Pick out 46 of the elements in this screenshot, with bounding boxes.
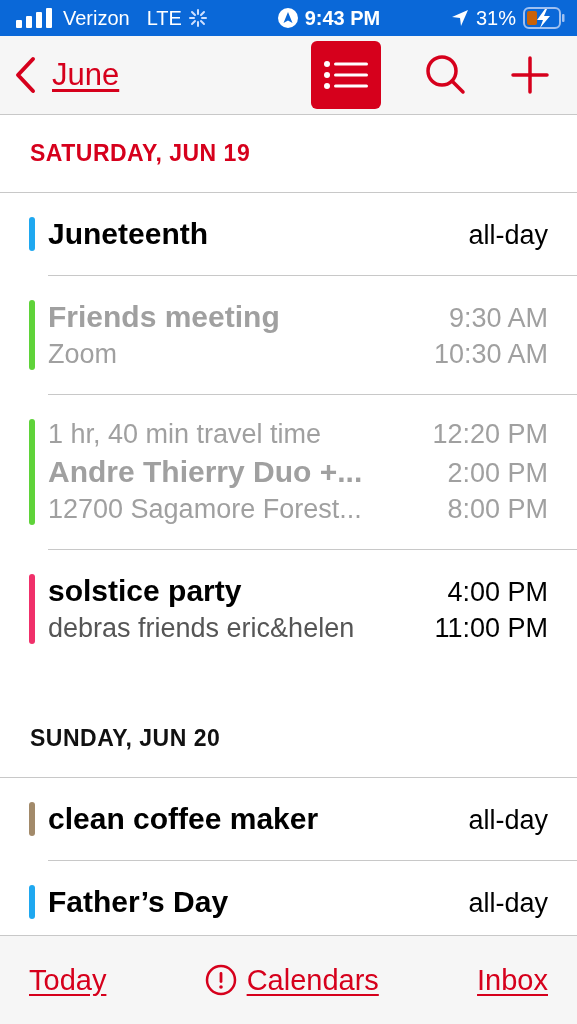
list-icon	[323, 60, 369, 90]
event-time: 4:00 PM	[447, 577, 548, 608]
event-row[interactable]: Father’s Day all-day	[48, 861, 577, 935]
back-chevron-icon	[14, 56, 36, 94]
event-row[interactable]: Juneteenth all-day	[48, 193, 577, 276]
event-row[interactable]: Friends meeting 9:30 AM Zoom 10:30 AM	[48, 276, 577, 395]
event-time: all-day	[468, 805, 548, 836]
event-location: debras friends eric&helen	[48, 613, 355, 644]
event-location: Zoom	[48, 339, 118, 370]
inbox-link[interactable]: Inbox	[477, 963, 548, 997]
event-row[interactable]: solstice party 4:00 PM debras friends eric&helen 11:00 PM	[48, 550, 577, 668]
alert-icon	[204, 964, 237, 996]
event-time: 10:30 AM	[433, 339, 548, 370]
carrier-name: Verizon	[63, 6, 130, 30]
event-title: Juneteenth	[48, 217, 209, 251]
battery-percent: 31%	[475, 6, 516, 30]
event-title: solstice party	[48, 574, 242, 608]
network-type: LTE	[146, 6, 182, 30]
event-time: 2:00 PM	[447, 458, 548, 489]
event-time: all-day	[468, 888, 548, 919]
date-header: SATURDAY, JUN 19	[30, 140, 251, 167]
event-title: Friends meeting	[48, 300, 280, 334]
event-row[interactable]: 1 hr, 40 min travel time 12:20 PM Andre Thierry Duo +... 2:00 PM 12700 Sagamore Forest... 8:00 PM	[48, 395, 577, 550]
event-location: 12700 Sagamore Forest...	[48, 494, 362, 525]
location-arrow-icon	[450, 9, 469, 27]
calendars-link[interactable]: Calendars	[246, 963, 379, 997]
event-time: 9:30 AM	[448, 303, 548, 334]
battery-charging-icon	[523, 7, 565, 29]
event-row[interactable]: clean coffee maker all-day	[48, 778, 577, 861]
today-link[interactable]: Today	[29, 963, 107, 997]
event-title: clean coffee maker	[48, 802, 319, 836]
event-title: Father’s Day	[48, 885, 229, 919]
travel-time: 1 hr, 40 min travel time	[48, 419, 322, 450]
event-time: 12:20 PM	[432, 419, 548, 450]
clock-time: 9:43 PM	[304, 6, 381, 30]
add-icon[interactable]	[511, 56, 549, 94]
date-header: SUNDAY, JUN 20	[30, 725, 221, 752]
spinner-icon	[188, 9, 207, 27]
back-link[interactable]: June	[14, 56, 120, 94]
navigation-icon	[277, 8, 298, 28]
search-icon[interactable]	[425, 54, 467, 96]
event-time: 8:00 PM	[447, 494, 548, 525]
event-title: Andre Thierry Duo +...	[48, 455, 363, 489]
list-view-button[interactable]	[311, 41, 381, 109]
event-time: all-day	[468, 220, 548, 251]
event-time: 11:00 PM	[434, 613, 548, 644]
